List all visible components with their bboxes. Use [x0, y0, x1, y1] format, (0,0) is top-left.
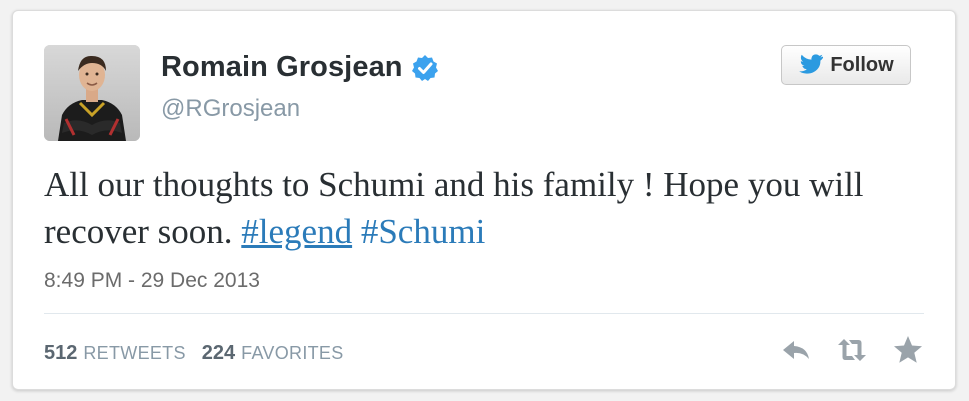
retweet-count[interactable]: 512 — [44, 342, 77, 365]
retweet-label[interactable]: RETWEETS — [83, 343, 185, 364]
tweet-card: Romain Grosjean @RGrosjean Follow All ou… — [12, 10, 956, 390]
avatar[interactable] — [44, 45, 140, 141]
tweet-stats: 512 RETWEETS 224 FAVORITES — [44, 342, 360, 365]
favorite-label[interactable]: FAVORITES — [241, 343, 343, 364]
author-handle[interactable]: @RGrosjean — [161, 95, 300, 123]
follow-button[interactable]: Follow — [781, 45, 911, 85]
star-icon[interactable] — [891, 333, 925, 367]
favorite-count[interactable]: 224 — [202, 342, 235, 365]
reply-icon[interactable] — [779, 333, 813, 367]
divider — [44, 313, 924, 314]
tweet-text: All our thoughts to Schumi and his famil… — [44, 161, 924, 255]
author-row: Romain Grosjean — [161, 51, 439, 84]
twitter-bird-icon — [798, 54, 824, 76]
hashtag-schumi[interactable]: #Schumi — [361, 212, 485, 251]
avatar-image — [44, 45, 140, 141]
tweet-timestamp[interactable]: 8:49 PM - 29 Dec 2013 — [44, 269, 260, 293]
retweet-icon[interactable] — [835, 333, 869, 367]
verified-badge-icon — [411, 54, 439, 82]
follow-label: Follow — [830, 53, 894, 76]
tweet-actions — [757, 333, 925, 367]
hashtag-legend[interactable]: #legend — [241, 212, 352, 251]
author-name[interactable]: Romain Grosjean — [161, 51, 403, 84]
